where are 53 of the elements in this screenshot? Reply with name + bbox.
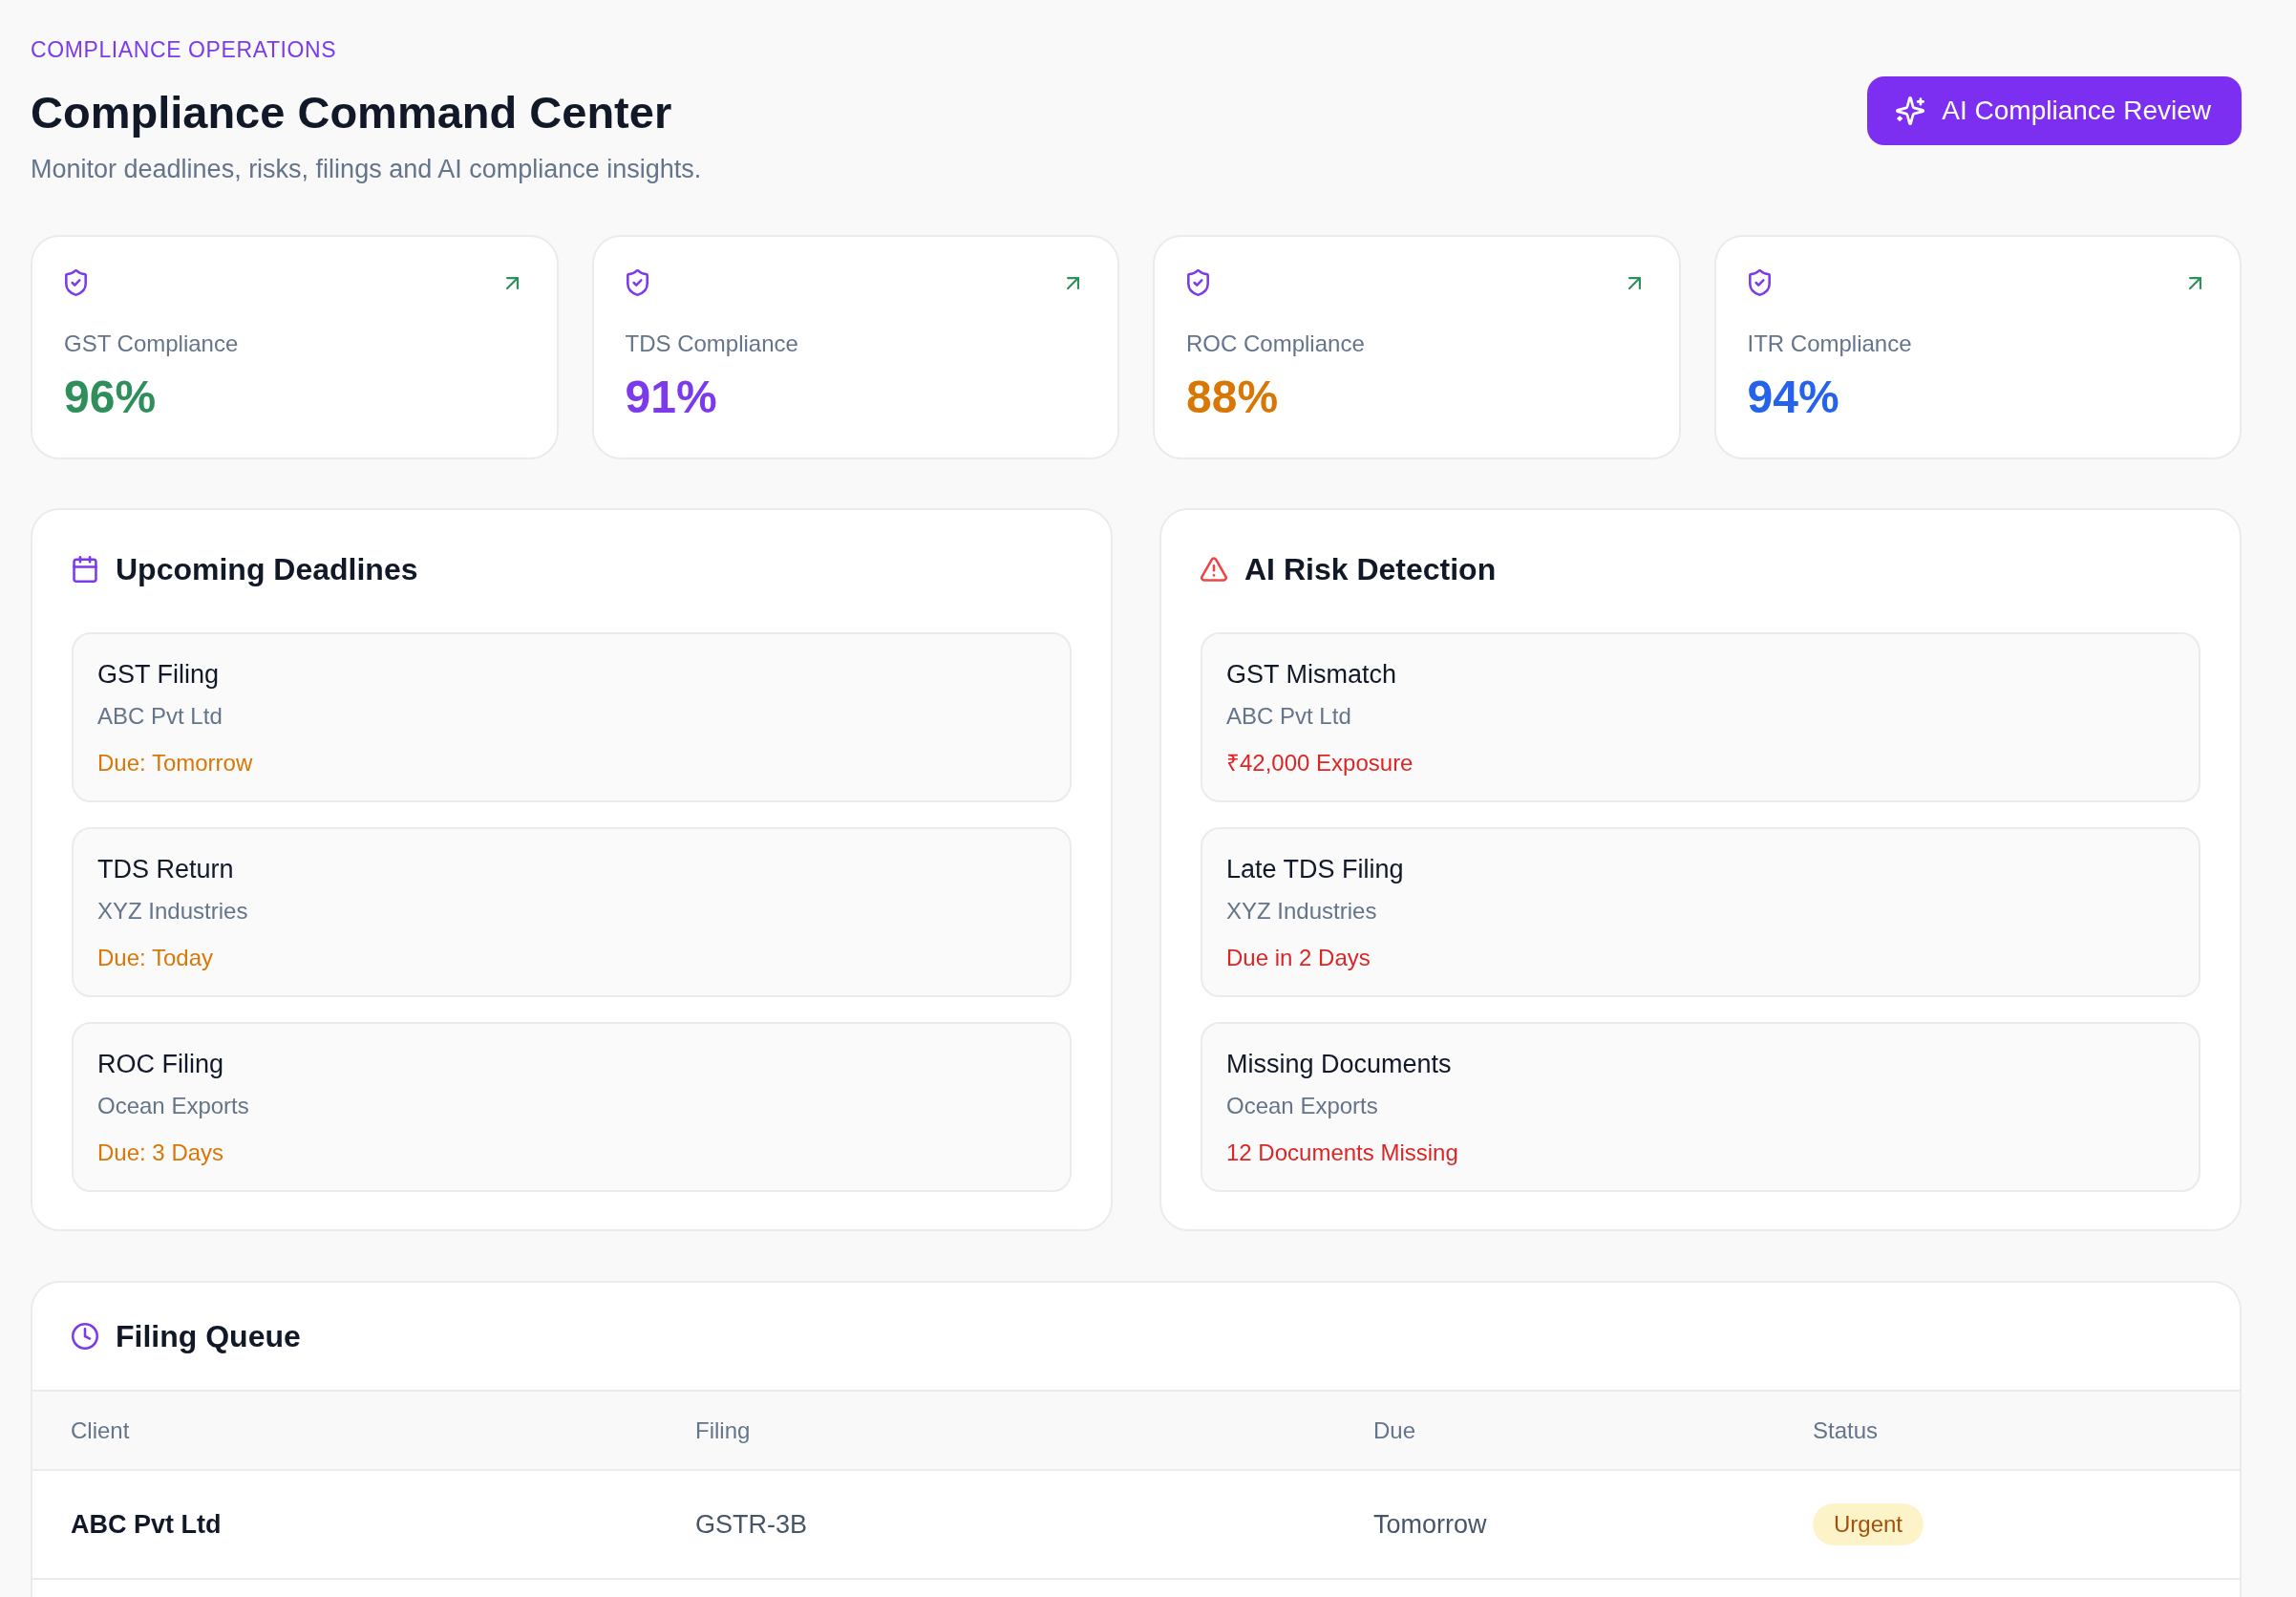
- stat-label: ITR Compliance: [1747, 330, 1913, 357]
- item-title: Missing Documents: [1226, 1049, 1453, 1080]
- arrow-up-right-icon: [2189, 276, 2201, 289]
- client-name: Ocean Exports: [1226, 1092, 1379, 1120]
- shield-check-icon: [1747, 269, 1772, 296]
- risk-detail: ₹42,000 Exposure: [1226, 749, 1414, 777]
- column-header: Filing: [695, 1416, 751, 1445]
- stat-value: 94%: [1747, 371, 1840, 424]
- stat-value: 88%: [1186, 371, 1280, 424]
- item-title: Late TDS Filing: [1226, 854, 1405, 885]
- shield-check-icon: [1186, 269, 1210, 296]
- panel-title: AI Risk Detection: [1244, 551, 1497, 588]
- panel-title: Filing Queue: [116, 1318, 301, 1355]
- item-title: GST Mismatch: [1226, 659, 1398, 691]
- column-header: Due: [1373, 1416, 1416, 1445]
- item-title: TDS Return: [97, 854, 235, 885]
- due-date: Due: Today: [97, 944, 214, 972]
- stat-value: 96%: [64, 371, 158, 424]
- column-header: Status: [1813, 1416, 1879, 1445]
- column-header: Client: [71, 1416, 130, 1445]
- client-name: XYZ Industries: [1226, 897, 1378, 926]
- stat-value: 91%: [625, 371, 718, 424]
- stat-label: TDS Compliance: [625, 330, 799, 357]
- stat-label: GST Compliance: [64, 330, 240, 357]
- client-name: ABC Pvt Ltd: [1226, 702, 1352, 731]
- client-name: ABC Pvt Ltd: [97, 702, 223, 731]
- section-label: COMPLIANCE OPERATIONS: [31, 36, 337, 63]
- page-subtitle: Monitor deadlines, risks, filings and AI compliance insights.: [31, 154, 702, 185]
- item-title: GST Filing: [97, 659, 221, 691]
- arrow-up-right-icon: [1627, 276, 1641, 289]
- table-cell: GSTR-3B: [695, 1508, 808, 1541]
- page-title: Compliance Command Center: [31, 86, 672, 139]
- arrow-up-right-icon: [1067, 276, 1079, 289]
- arrow-up-right-icon: [505, 276, 519, 289]
- due-date: Due: Tomorrow: [97, 749, 254, 777]
- risk-detail: Due in 2 Days: [1226, 944, 1371, 972]
- risk-detail: 12 Documents Missing: [1226, 1139, 1459, 1167]
- item-title: ROC Filing: [97, 1049, 225, 1080]
- table-cell: Tomorrow: [1373, 1508, 1487, 1541]
- calendar-icon: [72, 556, 98, 583]
- table-cell: ABC Pvt Ltd: [71, 1508, 222, 1541]
- sparkles-icon: [1896, 96, 1925, 125]
- shield-check-icon: [64, 269, 88, 296]
- shield-check-icon: [625, 269, 649, 296]
- ai-review-button[interactable]: AI Compliance Review: [1867, 76, 2242, 145]
- clock-icon: [72, 1323, 98, 1350]
- panel-title: Upcoming Deadlines: [116, 551, 418, 588]
- warning-icon: [1201, 556, 1227, 583]
- status-badge: Urgent: [1813, 1503, 1924, 1545]
- client-name: XYZ Industries: [97, 897, 249, 926]
- due-date: Due: 3 Days: [97, 1139, 225, 1167]
- stat-label: ROC Compliance: [1186, 330, 1366, 357]
- client-name: Ocean Exports: [97, 1092, 250, 1120]
